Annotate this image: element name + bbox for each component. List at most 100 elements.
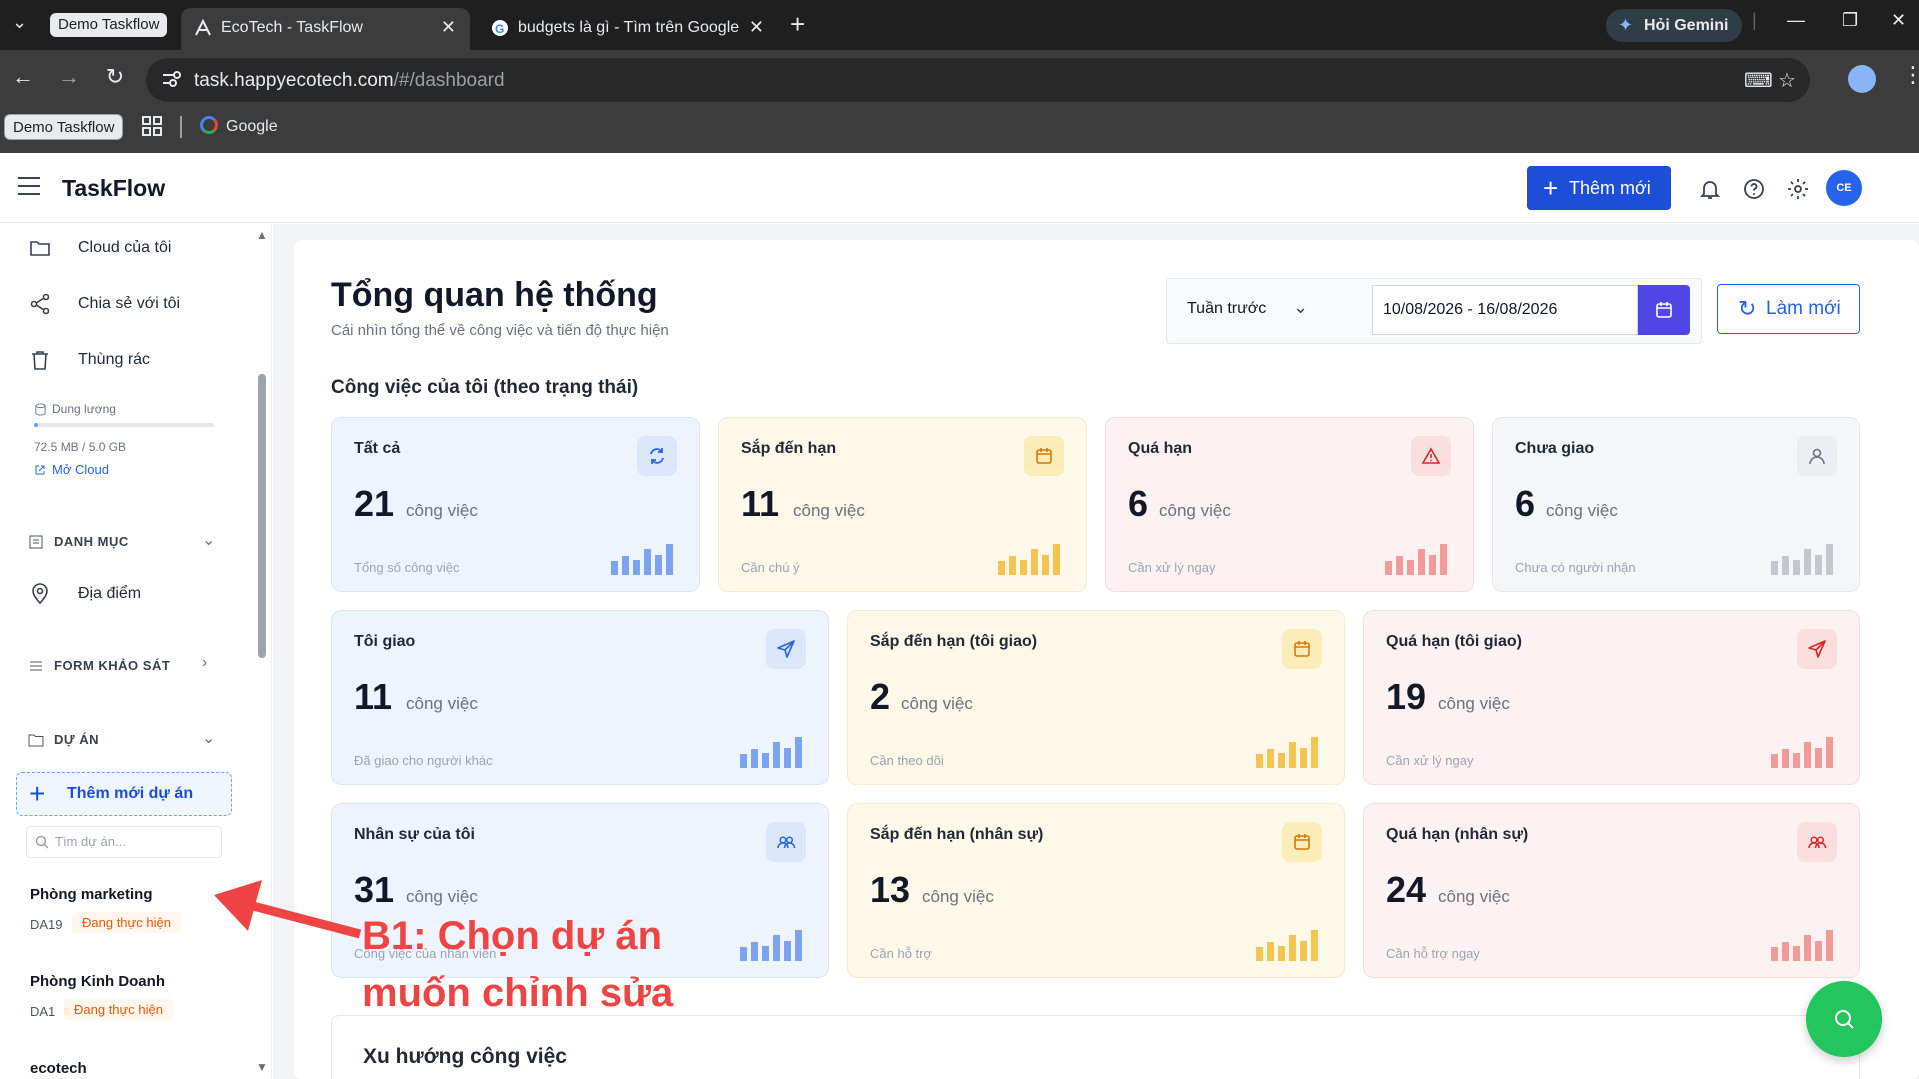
- add-project-button[interactable]: + Thêm mới dự án: [16, 772, 232, 816]
- section-categories[interactable]: DANH MỤC: [28, 532, 129, 552]
- mini-bar: [1311, 930, 1318, 961]
- calendar-button[interactable]: [1638, 285, 1690, 335]
- project-name[interactable]: Phòng marketing: [30, 886, 153, 903]
- mini-bar: [1429, 555, 1436, 575]
- search-icon: [35, 835, 49, 849]
- mini-bar: [998, 561, 1005, 575]
- stat-card[interactable]: Tất cả 21 công việc Tổng số công việc: [331, 417, 700, 592]
- mini-bar: [1804, 935, 1811, 961]
- stat-card-value: 13: [870, 869, 911, 910]
- mini-bar: [1771, 947, 1778, 961]
- mini-bar: [1815, 555, 1822, 575]
- scroll-up-icon[interactable]: ▲: [256, 228, 268, 242]
- close-tab-icon[interactable]: ✕: [441, 17, 456, 38]
- mini-bar: [762, 753, 769, 768]
- stat-card-caption: Tổng số công việc: [354, 560, 460, 575]
- mini-bar: [633, 560, 640, 575]
- sidebar-item-trash[interactable]: Thùng rác: [28, 348, 150, 372]
- avatar[interactable]: CE: [1826, 170, 1862, 206]
- stat-card-title: Quá hạn (tôi giao): [1386, 633, 1522, 650]
- tab-google-search[interactable]: G budgets là gì - Tìm trên Google ✕: [478, 8, 778, 50]
- forward-icon[interactable]: →: [54, 64, 84, 90]
- bookmark-google[interactable]: Google: [200, 114, 278, 140]
- stat-card-unit: công việc: [406, 501, 478, 520]
- address-bar[interactable]: task.happyecotech.com/#/dashboard ⌨ ☆: [146, 58, 1810, 102]
- scroll-down-icon[interactable]: ▼: [256, 1060, 268, 1074]
- refresh-button[interactable]: ↻ Làm mới: [1717, 284, 1860, 334]
- stat-card[interactable]: Tôi giao 11 công việc Đã giao cho người khá…: [331, 610, 829, 785]
- sidebar-item-label: Cloud của tôi: [78, 239, 172, 256]
- tab-group-label[interactable]: Demo Taskflow: [50, 13, 168, 37]
- bookmark-group[interactable]: Demo Taskflow: [4, 114, 124, 140]
- stat-card-value: 6: [1128, 483, 1149, 524]
- new-tab-icon[interactable]: +: [790, 9, 805, 40]
- reload-icon[interactable]: ↻: [100, 64, 130, 90]
- sidebar-scrollbar[interactable]: [258, 374, 266, 658]
- sidebar-item-location[interactable]: Địa điểm: [28, 582, 141, 606]
- browser-menu-icon[interactable]: ⋮: [1902, 62, 1919, 88]
- sidebar-item-my-cloud[interactable]: Cloud của tôi: [28, 236, 171, 260]
- trend-title: Xu hướng công việc: [363, 1045, 567, 1068]
- folder-icon: [28, 734, 44, 747]
- open-cloud-label: Mở Cloud: [52, 462, 109, 477]
- project-search-input[interactable]: Tìm dự án...: [26, 826, 222, 858]
- gear-icon[interactable]: [1786, 177, 1810, 201]
- stat-card[interactable]: Quá hạn (tôi giao) 19 công việc Cần xử lý n…: [1363, 610, 1860, 785]
- calendar-icon: [1024, 436, 1064, 476]
- back-icon[interactable]: ←: [8, 64, 38, 90]
- restore-icon[interactable]: ❐: [1842, 10, 1858, 31]
- sidebar-item-shared[interactable]: Chia sẻ với tôi: [28, 292, 180, 316]
- add-new-button[interactable]: + Thêm mới: [1527, 166, 1671, 210]
- bookmark-star-icon[interactable]: ☆: [1778, 68, 1796, 93]
- mini-bar: [1782, 556, 1789, 575]
- stat-card[interactable]: Quá hạn (nhân sự) 24 công việc Cần hỗ trợ n…: [1363, 803, 1860, 978]
- chevron-down-icon[interactable]: ⌄: [202, 728, 215, 748]
- close-tab-icon[interactable]: ✕: [749, 17, 764, 38]
- chevron-right-icon[interactable]: ›: [202, 654, 207, 672]
- section-survey[interactable]: FORM KHẢO SÁT: [28, 656, 170, 676]
- tab-search-icon[interactable]: ⌄: [12, 12, 27, 33]
- mini-bar-chart-icon: [1771, 930, 1833, 961]
- stat-card-title: Sắp đến hạn: [741, 440, 837, 457]
- status-badge: Đang thực hiện: [64, 999, 173, 1020]
- users-icon: [766, 822, 806, 862]
- date-range-input[interactable]: 10/08/2026 - 16/08/2026: [1372, 285, 1638, 335]
- external-link-icon: [35, 465, 45, 475]
- bell-icon[interactable]: [1698, 177, 1722, 201]
- stat-card[interactable]: Sắp đến hạn 11 công việc Cần chú ý: [718, 417, 1087, 592]
- chat-button[interactable]: [1806, 981, 1882, 1057]
- chevron-down-icon[interactable]: ⌄: [1293, 297, 1308, 318]
- translate-icon[interactable]: ⌨: [1744, 68, 1773, 93]
- annotation-line-2: muốn chỉnh sửa: [362, 971, 674, 1015]
- gemini-button[interactable]: ✦ Hỏi Gemini: [1606, 9, 1742, 42]
- apps-grid-icon[interactable]: [142, 116, 162, 136]
- period-select[interactable]: Tuần trước: [1187, 300, 1266, 318]
- site-info-icon[interactable]: [160, 68, 182, 90]
- section-label: FORM KHẢO SÁT: [54, 658, 171, 673]
- minimize-icon[interactable]: —: [1787, 10, 1805, 31]
- help-icon[interactable]: [1742, 177, 1766, 201]
- sidebar-item-label: Thùng rác: [78, 351, 151, 368]
- chevron-down-icon[interactable]: ⌄: [202, 530, 215, 550]
- close-window-icon[interactable]: ✕: [1891, 10, 1906, 31]
- stat-card[interactable]: Sắp đến hạn (tôi giao) 2 công việc Cần theo…: [847, 610, 1345, 785]
- project-code: DA19: [30, 917, 63, 932]
- menu-toggle-icon[interactable]: [18, 177, 40, 195]
- open-cloud-link[interactable]: Mở Cloud: [34, 462, 109, 477]
- stat-card-caption: Cần xử lý ngay: [1386, 753, 1474, 768]
- tab-ecotech[interactable]: EcoTech - TaskFlow ✕: [181, 8, 470, 50]
- divider: |: [1752, 10, 1757, 30]
- section-projects[interactable]: DỰ ÁN: [28, 730, 99, 750]
- mini-bar: [740, 947, 747, 961]
- refresh-icon: ↻: [1738, 296, 1757, 321]
- project-name[interactable]: Phòng Kinh Doanh: [30, 973, 165, 990]
- storage-label: Dung lượng: [34, 402, 116, 416]
- project-name[interactable]: ecotech: [30, 1060, 87, 1077]
- google-icon: [200, 116, 218, 134]
- stat-card[interactable]: Chưa giao 6 công việc Chưa có người nhận: [1492, 417, 1860, 592]
- browser-profile-icon[interactable]: [1848, 65, 1876, 93]
- stat-card[interactable]: Quá hạn 6 công việc Cần xử lý ngay: [1105, 417, 1474, 592]
- stat-card-value: 2: [870, 676, 891, 717]
- stat-card[interactable]: Sắp đến hạn (nhân sự) 13 công việc Cần hỗ t…: [847, 803, 1345, 978]
- taskflow-favicon-icon: [195, 18, 211, 36]
